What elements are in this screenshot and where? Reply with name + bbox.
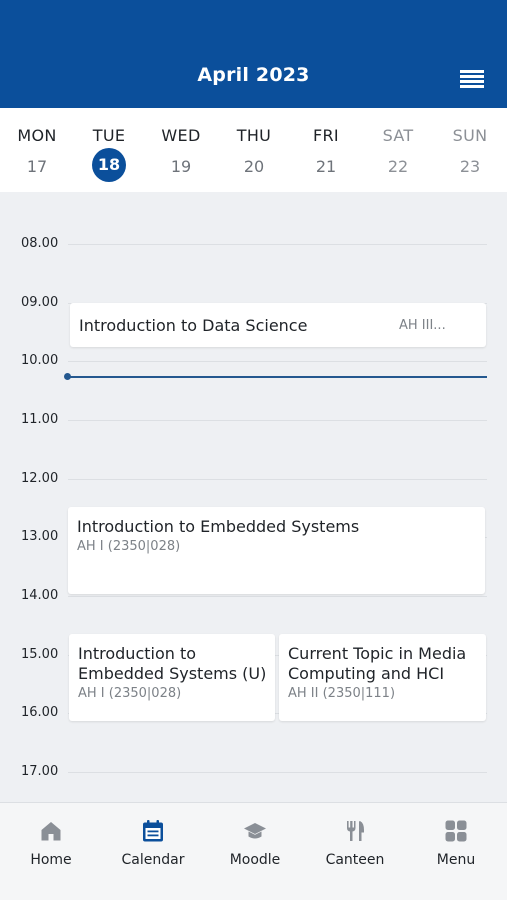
day-tuesday[interactable]: TUE 18 xyxy=(73,108,145,192)
day-number: 20 xyxy=(243,157,265,176)
event-media-computing-hci[interactable]: Current Topic in Media Computing and HCI… xyxy=(279,634,486,721)
fork-knife-icon xyxy=(347,821,364,841)
current-time-dot xyxy=(64,373,71,380)
hour-label: 09.00 xyxy=(21,295,59,310)
day-name: FRI xyxy=(313,126,339,145)
event-room: AH I (2350|028) xyxy=(78,686,182,701)
event-title: Introduction to Data Science xyxy=(79,316,308,335)
hour-label: 14.00 xyxy=(21,588,59,603)
hour-label: 12.00 xyxy=(21,471,59,486)
day-thursday[interactable]: THU 20 xyxy=(218,108,290,192)
event-title: Introduction to Embedded Systems xyxy=(77,517,360,536)
hour-label: 11.00 xyxy=(21,412,59,427)
list-icon[interactable] xyxy=(460,70,484,88)
event-embedded-systems[interactable]: Introduction to Embedded Systems AH I (2… xyxy=(68,507,485,594)
day-number: 23 xyxy=(459,157,481,176)
hour-label: 16.00 xyxy=(21,705,59,720)
hour-gridline xyxy=(68,244,487,245)
hour-gridline xyxy=(68,596,487,597)
week-selector: MON 17 TUE 18 WED 19 THU 20 FRI 21 SAT 2… xyxy=(0,108,507,192)
hour-gridline xyxy=(68,420,487,421)
hour-gridline xyxy=(68,772,487,773)
event-title-line-2: Computing and HCI xyxy=(288,664,445,683)
event-room: AH II (2350|111) xyxy=(288,686,396,701)
event-data-science[interactable]: Introduction to Data Science AH III... xyxy=(70,303,486,347)
event-title-line-1: Current Topic in Media xyxy=(288,644,467,663)
hour-label: 13.00 xyxy=(21,529,59,544)
event-room: AH I (2350|028) xyxy=(77,539,181,554)
nav-calendar[interactable]: Calendar xyxy=(108,803,198,900)
nav-moodle[interactable]: Moodle xyxy=(210,803,300,900)
nav-label: Moodle xyxy=(229,852,281,868)
bottom-navigation: Home Calendar Moodle Canteen Menu xyxy=(0,802,507,900)
nav-canteen[interactable]: Canteen xyxy=(310,803,400,900)
app-header: April 2023 xyxy=(0,0,507,108)
hour-label: 10.00 xyxy=(21,353,59,368)
day-wednesday[interactable]: WED 19 xyxy=(145,108,217,192)
graduation-cap-icon xyxy=(244,823,266,839)
nav-label: Calendar xyxy=(121,852,185,868)
day-monday[interactable]: MON 17 xyxy=(1,108,73,192)
home-icon xyxy=(41,822,61,841)
current-time-line xyxy=(68,376,487,378)
day-timeline[interactable]: 08.00 09.00 10.00 11.00 12.00 13.00 14.0… xyxy=(0,192,507,802)
nav-menu[interactable]: Menu xyxy=(411,803,501,900)
hour-label: 08.00 xyxy=(21,236,59,251)
day-friday[interactable]: FRI 21 xyxy=(290,108,362,192)
day-number: 22 xyxy=(387,157,409,176)
nav-label: Menu xyxy=(436,852,476,868)
event-embedded-systems-u[interactable]: Introduction to Embedded Systems (U) AH … xyxy=(69,634,275,721)
event-room: AH III... xyxy=(399,318,446,333)
nav-label: Home xyxy=(30,852,72,868)
hour-gridline xyxy=(68,361,487,362)
day-name: WED xyxy=(161,126,201,145)
nav-home[interactable]: Home xyxy=(6,803,96,900)
day-number: 21 xyxy=(315,157,337,176)
calendar-icon xyxy=(143,820,163,842)
day-name: THU xyxy=(236,126,272,145)
nav-label: Canteen xyxy=(325,852,385,868)
day-name: SUN xyxy=(452,126,488,145)
hour-label: 17.00 xyxy=(21,764,59,779)
selected-day-number: 18 xyxy=(92,148,126,182)
event-title-line-2: Embedded Systems (U) xyxy=(78,664,267,683)
hour-gridline xyxy=(68,479,487,480)
day-number: 19 xyxy=(170,157,192,176)
day-name: TUE xyxy=(92,126,126,145)
day-number: 17 xyxy=(26,157,48,176)
grid-icon xyxy=(445,820,467,842)
day-saturday[interactable]: SAT 22 xyxy=(362,108,434,192)
page-title: April 2023 xyxy=(197,64,310,86)
day-name: MON xyxy=(17,126,57,145)
day-sunday[interactable]: SUN 23 xyxy=(434,108,506,192)
hour-label: 15.00 xyxy=(21,647,59,662)
day-name: SAT xyxy=(382,126,414,145)
event-title-line-1: Introduction to xyxy=(78,644,197,663)
